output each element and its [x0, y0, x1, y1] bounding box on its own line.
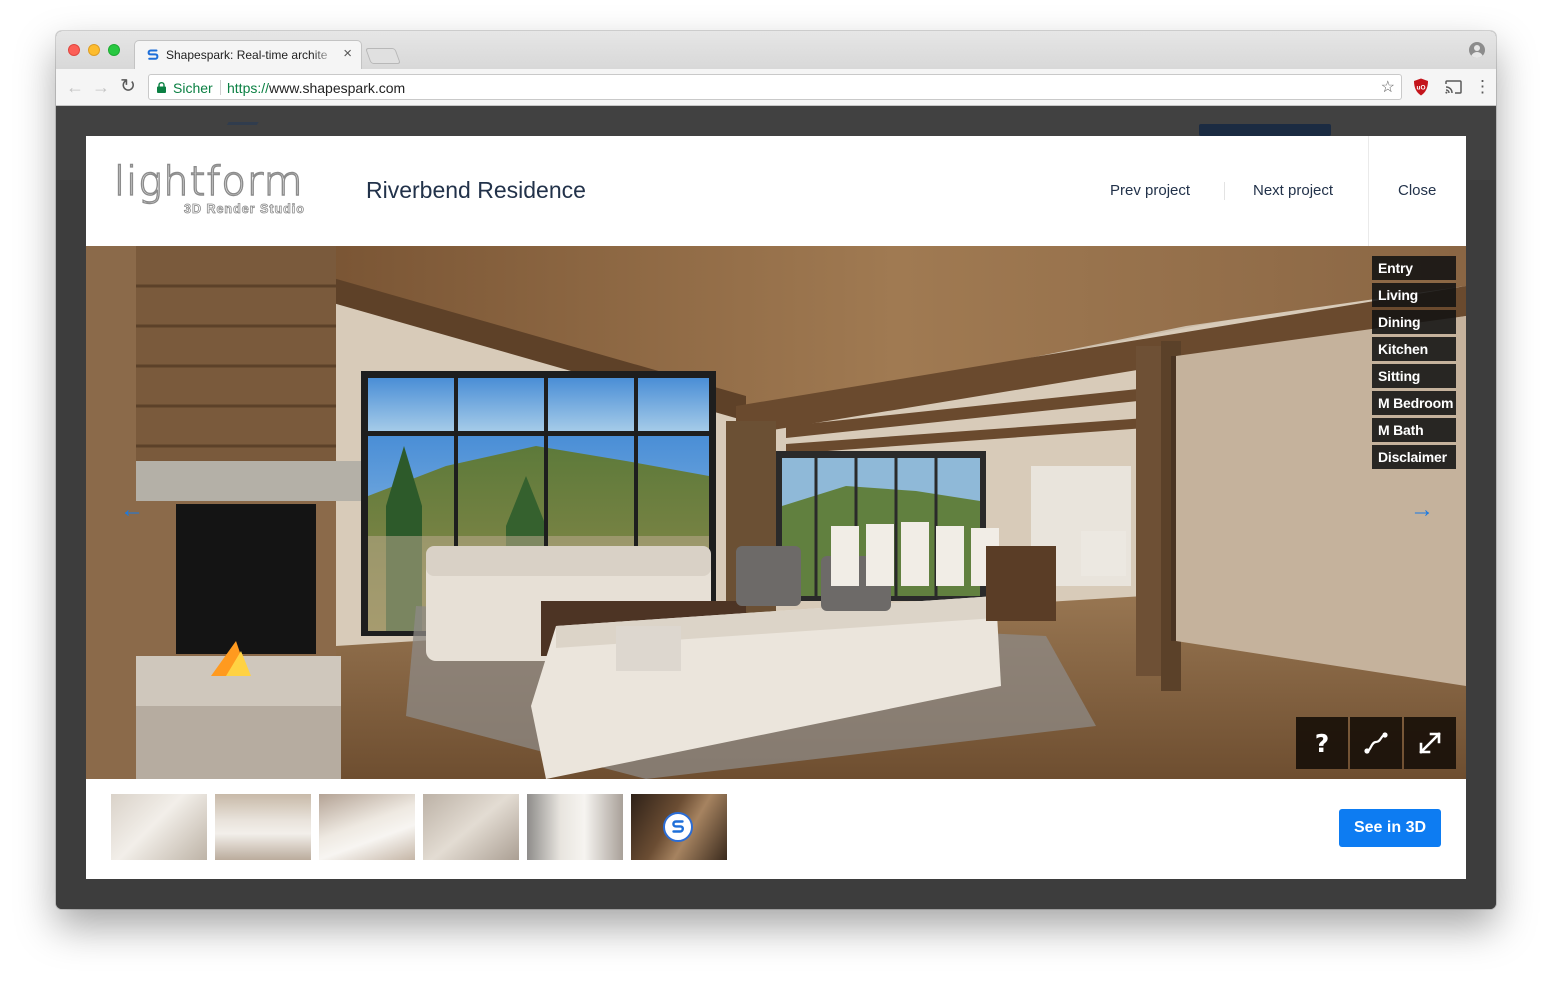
thumbnail-overlay	[423, 794, 519, 860]
path-icon	[1364, 732, 1388, 754]
room-item-entry[interactable]: Entry	[1372, 256, 1456, 280]
lock-icon	[157, 82, 166, 93]
ublock-icon[interactable]: uO	[1413, 78, 1429, 96]
room-item-m-bedroom[interactable]: M Bedroom	[1372, 391, 1456, 415]
close-button[interactable]: Close	[1398, 182, 1436, 199]
zoom-window-button[interactable]	[108, 44, 120, 56]
modal-footer: See in 3D	[86, 779, 1466, 879]
3d-viewer[interactable]: ← → Entry Living Dining Kitchen Sitting …	[86, 246, 1466, 779]
next-project-link[interactable]: Next project	[1253, 182, 1333, 199]
url-host: www.shapespark.com	[269, 80, 406, 96]
svg-text:uO: uO	[1416, 85, 1425, 92]
cast-icon[interactable]	[1445, 80, 1462, 94]
browser-toolbar: ← → ↻ Sicher https://www.shapespark.com …	[56, 69, 1496, 106]
reload-icon[interactable]: ↻	[120, 77, 136, 97]
browser-window: Shapespark: Real-time archite × ← → ↻ Si…	[56, 31, 1496, 909]
walk-path-button[interactable]	[1350, 717, 1402, 769]
minimize-window-button[interactable]	[88, 44, 100, 56]
new-tab-button[interactable]	[365, 48, 401, 64]
thumbnail-bathroom[interactable]	[527, 794, 623, 860]
project-title: Riverbend Residence	[366, 177, 586, 203]
close-divider	[1368, 136, 1369, 246]
thumbnail-overlay	[111, 794, 207, 860]
fullscreen-button[interactable]	[1404, 717, 1456, 769]
profile-icon[interactable]	[1469, 42, 1485, 58]
thumbnail-living-room-wide[interactable]	[215, 794, 311, 860]
tab-strip: Shapespark: Real-time archite ×	[56, 31, 1496, 69]
security-label: Sicher	[173, 80, 213, 96]
room-menu: Entry Living Dining Kitchen Sitting M Be…	[1372, 256, 1456, 472]
room-item-kitchen[interactable]: Kitchen	[1372, 337, 1456, 361]
thumbnail-living-room[interactable]	[111, 794, 207, 860]
omnibox-divider	[220, 80, 221, 95]
brand-subtitle: 3D Render Studio	[184, 202, 305, 217]
room-item-living[interactable]: Living	[1372, 283, 1456, 307]
tab-title: Shapespark: Real-time archite	[166, 48, 336, 62]
room-item-sitting[interactable]: Sitting	[1372, 364, 1456, 388]
page-button-shadow	[1199, 124, 1331, 136]
page-backdrop: lightform 3D Render Studio Riverbend Res…	[56, 106, 1496, 909]
star-icon[interactable]: ☆	[1381, 77, 1395, 97]
forward-arrow-icon[interactable]: →	[92, 77, 110, 97]
thumbnail-dining[interactable]	[319, 794, 415, 860]
help-icon: ?	[1314, 729, 1330, 758]
nav-divider	[1224, 182, 1225, 200]
thumbnail-bedroom[interactable]	[423, 794, 519, 860]
fullscreen-icon	[1419, 732, 1441, 754]
room-item-dining[interactable]: Dining	[1372, 310, 1456, 334]
project-modal: lightform 3D Render Studio Riverbend Res…	[86, 136, 1466, 879]
previous-view-arrow-icon[interactable]: ←	[120, 498, 144, 522]
shapespark-logo-icon	[672, 820, 685, 833]
thumbnail-overlay	[215, 794, 311, 860]
shapespark-favicon-icon	[147, 49, 159, 60]
tab-close-icon[interactable]: ×	[343, 46, 352, 62]
thumbnail-overlay	[527, 794, 623, 860]
url-scheme: https://	[227, 80, 270, 96]
thumbnail-overlay	[319, 794, 415, 860]
next-view-arrow-icon[interactable]: →	[1410, 498, 1434, 522]
modal-header: lightform 3D Render Studio Riverbend Res…	[86, 136, 1466, 246]
address-bar[interactable]: Sicher https://www.shapespark.com ☆	[148, 74, 1402, 100]
thumbnail-shapespark-logo[interactable]	[631, 794, 727, 860]
help-button[interactable]: ?	[1296, 717, 1348, 769]
shapespark-badge	[663, 812, 693, 842]
prev-project-link[interactable]: Prev project	[1110, 182, 1190, 199]
see-in-3d-button[interactable]: See in 3D	[1339, 809, 1441, 847]
browser-tab[interactable]: Shapespark: Real-time archite ×	[134, 40, 362, 69]
room-item-disclaimer[interactable]: Disclaimer	[1372, 445, 1456, 469]
room-item-m-bath[interactable]: M Bath	[1372, 418, 1456, 442]
living-room-render	[86, 246, 1466, 779]
brand-name: lightform	[113, 158, 304, 205]
lightform-logo: lightform 3D Render Studio	[113, 158, 319, 218]
back-arrow-icon[interactable]: ←	[66, 77, 84, 97]
close-window-button[interactable]	[68, 44, 80, 56]
menu-dots-icon[interactable]: ⋮	[1474, 77, 1491, 97]
url-text[interactable]: https://www.shapespark.com	[227, 80, 405, 96]
